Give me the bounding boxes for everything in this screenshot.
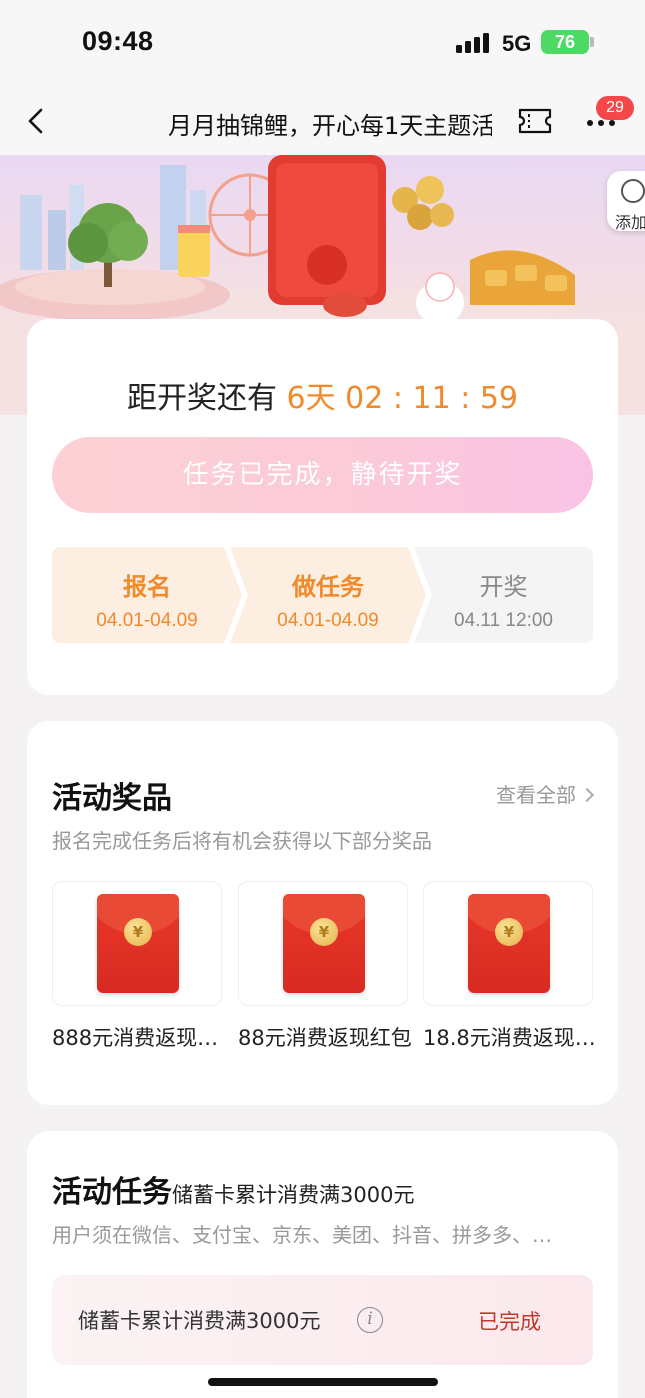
- coin-icon: ¥: [495, 918, 523, 946]
- tasks-title-main: 活动任务: [52, 1175, 172, 1210]
- prize-label: 88元消费返现红包: [238, 1026, 412, 1050]
- task-status: 已完成: [478, 1310, 541, 1334]
- prize-item[interactable]: ¥ 888元消费返现红包: [52, 881, 230, 1052]
- red-envelope-icon: ¥: [97, 894, 179, 993]
- countdown: 距开奖还有 6天 02 : 11 : 59: [27, 373, 618, 417]
- home-indicator[interactable]: [208, 1378, 438, 1386]
- notification-badge: 29: [596, 96, 634, 120]
- step-name: 开奖: [479, 573, 528, 601]
- step-name: 报名: [123, 573, 171, 601]
- task-complete-button[interactable]: 任务已完成，静待开奖: [52, 437, 593, 513]
- coin-icon: ¥: [124, 918, 152, 946]
- battery-icon: 76: [541, 30, 589, 54]
- tasks-title-suffix: 储蓄卡累计消费满3000元: [172, 1183, 415, 1207]
- progress-steps: 报名 04.01-04.09 做任务 04.01-04.09 开奖 04.11 …: [52, 547, 593, 643]
- back-icon[interactable]: [22, 106, 52, 136]
- draw-card: 距开奖还有 6天 02 : 11 : 59 任务已完成，静待开奖 报名 04.0…: [27, 319, 618, 695]
- signal-icon: [456, 33, 489, 53]
- step-draw: 开奖 04.11 12:00: [414, 547, 593, 643]
- step-date: 04.11 12:00: [454, 610, 553, 631]
- task-label: 储蓄卡累计消费满3000元: [78, 1309, 321, 1333]
- clock-icon: [621, 179, 645, 203]
- see-all-label: 查看全部: [496, 783, 576, 807]
- prize-image: ¥: [238, 881, 408, 1006]
- prize-label: 888元消费返现红包: [52, 1026, 230, 1050]
- prize-image: ¥: [423, 881, 593, 1006]
- info-icon[interactable]: i: [357, 1307, 383, 1333]
- step-name: 做任务: [292, 573, 364, 601]
- add-widget-label: 添加: [615, 213, 645, 232]
- tasks-subtitle: 用户须在微信、支付宝、京东、美团、抖音、拼多多、…: [52, 1223, 552, 1247]
- battery-tip: [590, 37, 594, 47]
- status-time: 09:48: [82, 26, 154, 56]
- see-all-link[interactable]: 查看全部: [496, 779, 595, 808]
- step-date: 04.01-04.09: [277, 610, 379, 631]
- coin-icon: ¥: [310, 918, 338, 946]
- step-do-task: 做任务 04.01-04.09: [230, 547, 426, 643]
- nav-bar: 月月抽锦鲤，开心每1天主题活动 29: [0, 88, 645, 155]
- status-bar: 09:48 5G 76: [0, 0, 645, 88]
- prize-item[interactable]: ¥ 18.8元消费返现红包: [423, 881, 601, 1052]
- tasks-title: 活动任务储蓄卡累计消费满3000元: [52, 1167, 414, 1211]
- task-row[interactable]: 储蓄卡累计消费满3000元 i 已完成: [52, 1275, 593, 1365]
- step-date: 04.01-04.09: [96, 610, 198, 631]
- prize-item[interactable]: ¥ 88元消费返现红包: [238, 881, 412, 1052]
- countdown-days: 6天: [286, 381, 336, 416]
- countdown-time: 02 : 11 : 59: [345, 381, 519, 416]
- prize-label: 18.8元消费返现红包: [423, 1026, 601, 1050]
- prizes-card: 活动奖品 查看全部 报名完成任务后将有机会获得以下部分奖品 ¥ 888元消费返现…: [27, 721, 618, 1105]
- red-envelope-icon: ¥: [468, 894, 550, 993]
- countdown-prefix: 距开奖还有: [126, 381, 277, 416]
- step-register: 报名 04.01-04.09: [52, 547, 242, 643]
- ticket-icon[interactable]: [518, 108, 552, 134]
- tasks-card: 活动任务储蓄卡累计消费满3000元 用户须在微信、支付宝、京东、美团、抖音、拼多…: [27, 1131, 618, 1398]
- add-widget-button[interactable]: 添加: [607, 171, 645, 232]
- network-type: 5G: [502, 31, 532, 56]
- red-envelope-icon: ¥: [283, 894, 365, 993]
- prizes-title: 活动奖品: [52, 781, 172, 816]
- page-title: 月月抽锦鲤，开心每1天主题活动: [168, 112, 492, 140]
- prize-image: ¥: [52, 881, 222, 1006]
- prizes-subtitle: 报名完成任务后将有机会获得以下部分奖品: [52, 829, 432, 853]
- chevron-right-icon: [579, 787, 595, 803]
